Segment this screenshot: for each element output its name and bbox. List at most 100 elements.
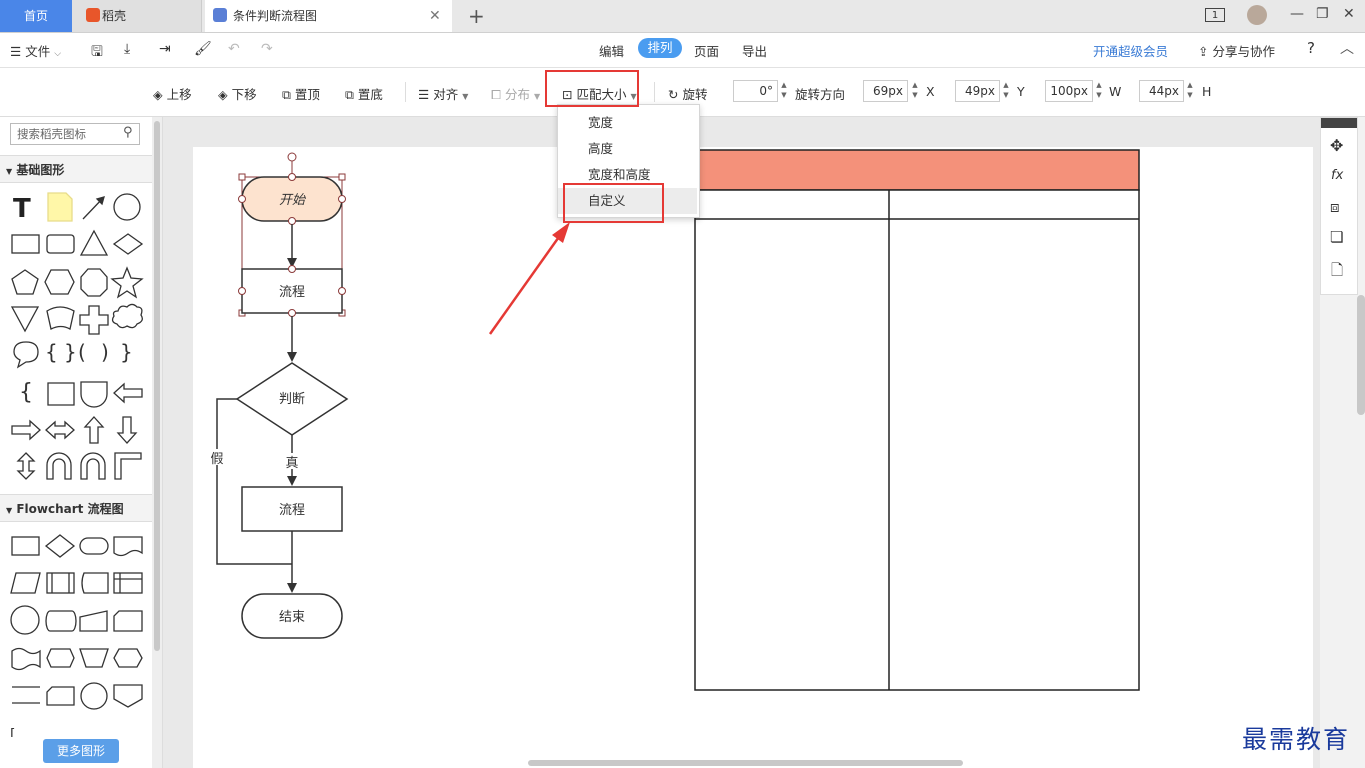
u-turn-arrow-2-icon <box>80 452 106 480</box>
undo-icon[interactable]: ↶ <box>228 41 240 57</box>
panel-scrollbar[interactable] <box>154 121 160 651</box>
align-icon: ☰ <box>418 87 430 102</box>
preparation-icon <box>46 648 75 668</box>
collapse-icon[interactable]: ︿ <box>1340 38 1354 58</box>
vertical-scrollbar[interactable] <box>1357 295 1365 415</box>
chevron-down-icon: ⌵ <box>54 49 62 59</box>
crop-icon[interactable]: ⧈ <box>1330 198 1340 216</box>
bracket-right-icon: ) <box>101 340 109 364</box>
tab-home[interactable]: 首页 <box>0 0 72 32</box>
vip-link[interactable]: 开通超级会员 <box>1093 41 1168 60</box>
menu-file-label: 文件 <box>25 44 51 59</box>
new-page-icon[interactable]: 🗋 <box>1331 260 1343 285</box>
menu-export[interactable]: 导出 <box>742 41 767 60</box>
avatar[interactable] <box>1247 5 1267 25</box>
banner-shape-icon <box>46 306 75 330</box>
stored-data-icon <box>81 572 109 594</box>
format-painter-icon[interactable]: 🖌 <box>194 41 212 57</box>
align-button[interactable]: ☰ 对齐 ▼ <box>418 84 468 103</box>
shape-search-input[interactable]: 搜索稻壳图标 <box>10 123 140 145</box>
width-stepper-icon[interactable]: ▲ ▼ <box>1094 80 1104 100</box>
height-input[interactable]: 44px <box>1139 80 1184 102</box>
flowchart-doc-icon <box>213 8 227 22</box>
dropdown-item-height[interactable]: 高度 <box>558 136 697 162</box>
tab-daoke[interactable]: 稻壳 <box>72 0 202 32</box>
tab-close-icon[interactable]: ✕ <box>429 0 441 32</box>
predefined-process-icon <box>46 572 75 594</box>
to-top-button[interactable]: ⧉ 置顶 <box>282 84 320 103</box>
menu-page[interactable]: 页面 <box>694 41 719 60</box>
help-button[interactable]: ? <box>1307 39 1315 57</box>
right-toolbar-header <box>1321 118 1357 128</box>
new-tab-icon[interactable]: + <box>468 4 485 28</box>
cloud-shape-icon <box>111 303 143 329</box>
off-page-icon <box>46 686 75 706</box>
distribute-icon: ⧠ <box>491 87 502 102</box>
rotation-input[interactable]: 0° <box>733 80 778 102</box>
collapse-triangle-icon: ▼ <box>6 506 13 515</box>
rotate-icon: ↻ <box>668 87 679 102</box>
manual-operation-icon <box>79 648 109 668</box>
distribute-button[interactable]: ⧠ 分布 ▼ <box>491 84 540 103</box>
x-input[interactable]: 69px <box>863 80 908 102</box>
move-down-button[interactable]: ◈ 下移 <box>218 84 257 103</box>
daoke-logo-icon <box>86 8 100 22</box>
download-icon[interactable]: ⤓ <box>124 41 130 57</box>
flowchart-shapes-grid[interactable]: [ <box>0 527 152 737</box>
menu-arrange[interactable]: 排列 <box>638 38 682 58</box>
horizontal-scrollbar[interactable] <box>528 760 963 766</box>
more-shapes-button[interactable]: 更多图形 <box>43 739 119 763</box>
navigator-icon[interactable]: ✥ <box>1330 136 1343 155</box>
redo-icon[interactable]: ↷ <box>261 41 273 57</box>
page-indicator[interactable]: 1 <box>1205 8 1225 22</box>
width-input[interactable]: 100px <box>1045 80 1093 102</box>
move-up-button[interactable]: ◈ 上移 <box>153 84 192 103</box>
star-shape-icon <box>110 266 144 299</box>
rotate-button[interactable]: ↻ 旋转 <box>668 84 707 103</box>
off-page-connector-icon <box>113 684 143 708</box>
tab-document[interactable]: 条件判断流程图 ✕ <box>205 0 452 32</box>
internal-storage-icon <box>113 572 143 594</box>
share-icon: ⇪ <box>1198 44 1209 59</box>
y-input[interactable]: 49px <box>955 80 1000 102</box>
rotation-stepper-icon[interactable]: ▲ ▼ <box>779 80 789 100</box>
inverted-triangle-icon <box>10 306 40 333</box>
align-label: 对齐 <box>433 87 459 102</box>
basic-shapes-grid[interactable]: T { } ( ) } { <box>0 187 152 487</box>
x-label: X <box>926 84 935 99</box>
drawing-page[interactable] <box>193 147 1313 768</box>
close-window-icon[interactable]: ✕ <box>1343 6 1355 22</box>
hamburger-icon: ☰ <box>10 44 22 59</box>
share-button[interactable]: ⇪ 分享与协作 <box>1198 41 1275 60</box>
arrow-vertical-double-icon <box>16 452 36 480</box>
export-icon[interactable]: ⇥ <box>159 41 171 57</box>
manual-input-icon <box>79 610 108 632</box>
dropdown-item-width[interactable]: 宽度 <box>558 110 697 136</box>
copy-pages-icon[interactable]: ❏ <box>1330 228 1343 246</box>
height-stepper-icon[interactable]: ▲ ▼ <box>1185 80 1195 100</box>
section-basic-shapes[interactable]: ▼ 基础图形 <box>0 155 152 183</box>
move-down-label: 下移 <box>231 87 257 102</box>
save-icon[interactable]: 🖫 <box>91 41 103 65</box>
menu-edit[interactable]: 编辑 <box>599 41 624 60</box>
brace-right-icon: } <box>64 340 77 364</box>
terminator-shape-icon <box>79 537 109 555</box>
menu-bar: ☰ 文件 ⌵ 🖫 ⤓ ⇥ 🖌 ↶ ↷ 编辑 排列 页面 导出 开通超级会员 ⇪ … <box>0 33 1365 68</box>
menu-file[interactable]: ☰ 文件 ⌵ <box>10 41 61 60</box>
to-bottom-button[interactable]: ⧉ 置底 <box>345 84 383 103</box>
document-shape-icon <box>113 536 143 557</box>
section-flowchart-label: Flowchart 流程图 <box>16 502 124 516</box>
chevron-down-icon: ▼ <box>462 92 469 101</box>
divider <box>654 82 655 102</box>
divider <box>405 82 406 102</box>
section-flowchart[interactable]: ▼ Flowchart 流程图 <box>0 494 152 522</box>
brace-tall-icon: { <box>19 380 33 405</box>
formula-icon[interactable]: fx <box>1331 168 1343 183</box>
layer-bottom-icon: ⧉ <box>345 87 354 102</box>
x-stepper-icon[interactable]: ▲ ▼ <box>910 80 920 100</box>
minimize-icon[interactable]: — <box>1290 6 1304 22</box>
restore-icon[interactable]: ❐ <box>1316 6 1329 22</box>
search-icon[interactable]: ⚲ <box>123 125 133 140</box>
y-stepper-icon[interactable]: ▲ ▼ <box>1001 80 1011 100</box>
callout-shape-icon <box>13 341 39 369</box>
